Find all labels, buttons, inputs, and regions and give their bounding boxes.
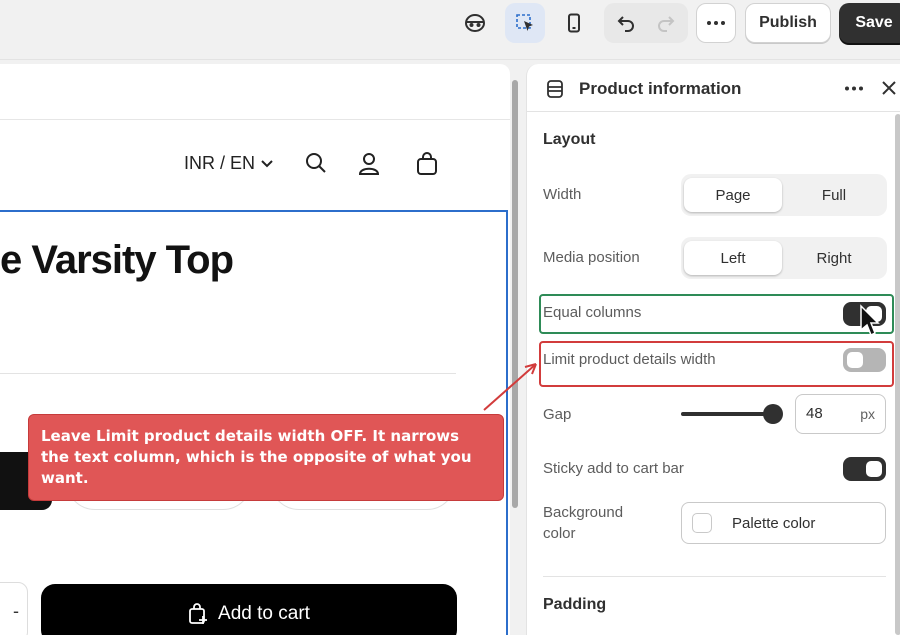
toggle-knob: [866, 461, 882, 477]
quantity-minus[interactable]: -: [13, 601, 19, 622]
padding-heading: Padding: [543, 596, 607, 613]
sticky-cart-toggle[interactable]: [843, 457, 886, 481]
header-divider: [0, 119, 510, 120]
chevron-down-icon: [261, 159, 273, 167]
limit-width-highlight: [539, 341, 894, 387]
width-option-page[interactable]: Page: [684, 178, 782, 212]
undo-button[interactable]: [606, 3, 646, 43]
product-title: e Varsity Top: [0, 238, 234, 282]
publish-button[interactable]: Publish: [745, 3, 831, 43]
annotation-arrow-icon: [483, 363, 537, 411]
redo-button[interactable]: [646, 3, 686, 43]
annotation-callout: Leave Limit product details width OFF. I…: [28, 414, 504, 501]
add-to-cart-button[interactable]: Add to cart: [41, 584, 457, 635]
layout-heading: Layout: [543, 131, 596, 148]
media-position-option-left[interactable]: Left: [684, 241, 782, 275]
add-to-cart-label: Add to cart: [218, 603, 310, 624]
more-icon: [707, 21, 725, 25]
search-icon[interactable]: [305, 152, 327, 179]
mouse-cursor-icon: [860, 304, 880, 337]
panel-header: Product information: [527, 64, 900, 112]
bag-plus-icon: [189, 603, 208, 624]
media-position-label: Media position: [543, 249, 640, 266]
width-option-full[interactable]: Full: [785, 178, 883, 212]
preview-scrollbar-thumb[interactable]: [512, 80, 518, 508]
background-color-value: Palette color: [732, 514, 816, 532]
color-swatch: [692, 513, 712, 533]
gap-slider-thumb[interactable]: [763, 404, 783, 424]
background-color-label: Background color: [543, 504, 624, 542]
panel-divider: [543, 576, 886, 577]
account-icon[interactable]: [358, 152, 380, 181]
undo-redo-group: [604, 3, 688, 43]
currency-selector[interactable]: INR / EN: [184, 153, 273, 174]
more-actions-button[interactable]: [696, 3, 736, 43]
media-position-segmented-control: Left Right: [681, 237, 887, 279]
more-icon[interactable]: [844, 86, 864, 91]
background-color-picker[interactable]: Palette color: [681, 502, 886, 544]
section-icon: [547, 80, 563, 98]
width-label: Width: [543, 186, 582, 203]
width-segmented-control: Page Full: [681, 174, 887, 216]
mobile-preview-button[interactable]: [554, 3, 594, 43]
select-icon: [516, 14, 533, 31]
product-divider: [0, 373, 456, 374]
close-icon[interactable]: [881, 80, 897, 96]
equal-columns-highlight: [539, 294, 894, 334]
gap-input[interactable]: 48 px: [795, 394, 886, 434]
mobile-icon: [568, 13, 580, 33]
redo-icon: [658, 16, 675, 32]
panel-title: Product information: [579, 79, 742, 98]
sticky-cart-label: Sticky add to cart bar: [543, 460, 684, 477]
preview-icon: [465, 14, 485, 32]
cart-icon[interactable]: [416, 152, 438, 181]
save-button[interactable]: Save: [839, 3, 900, 43]
topbar-divider: [0, 59, 900, 60]
currency-label: INR / EN: [184, 153, 256, 173]
gap-slider-track[interactable]: [681, 412, 773, 416]
media-position-option-right[interactable]: Right: [785, 241, 883, 275]
storefront-preview: INR / EN e Varsity Top - Add to cart: [0, 64, 510, 635]
quantity-selector[interactable]: -: [0, 582, 28, 635]
preview-button[interactable]: [455, 3, 495, 43]
undo-icon: [617, 16, 634, 32]
gap-unit: px: [860, 406, 875, 422]
panel-scrollbar[interactable]: [895, 114, 900, 635]
gap-value: 48: [806, 405, 823, 422]
inspector-toggle-button[interactable]: [505, 3, 545, 43]
editor-topbar: Publish Save: [0, 0, 900, 60]
